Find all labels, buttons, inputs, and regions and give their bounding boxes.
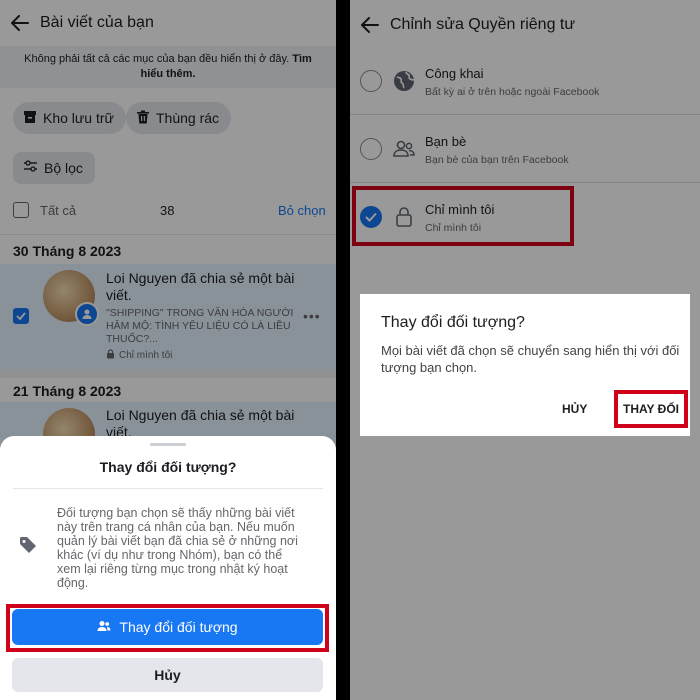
highlight-box bbox=[6, 604, 329, 652]
right-screen: Chỉnh sửa Quyền riêng tư Công khai Bất k… bbox=[350, 0, 700, 700]
divider bbox=[13, 488, 323, 489]
dialog-title: Thay đổi đối tượng? bbox=[381, 314, 525, 331]
cancel-button[interactable]: Hủy bbox=[12, 658, 323, 692]
sheet-title: Thay đổi đối tượng? bbox=[99, 459, 237, 475]
left-screen: Bài viết của bạn Không phải tất cả các m… bbox=[0, 0, 336, 700]
bottom-sheet: Thay đổi đối tượng? Đối tượng bạn chọn s… bbox=[0, 436, 336, 700]
dialog-message: Mọi bài viết đã chọn sẽ chuyển sang hiển… bbox=[381, 343, 680, 375]
dialog-cancel-button[interactable]: HỦY bbox=[562, 402, 587, 416]
highlight-box bbox=[614, 390, 688, 428]
sheet-handle[interactable] bbox=[150, 443, 186, 446]
sheet-description: Đối tượng bạn chọn sẽ thấy những bài viế… bbox=[57, 506, 298, 590]
tag-icon bbox=[19, 536, 37, 559]
confirm-dialog: Thay đổi đối tượng? Mọi bài viết đã chọn… bbox=[360, 294, 690, 436]
